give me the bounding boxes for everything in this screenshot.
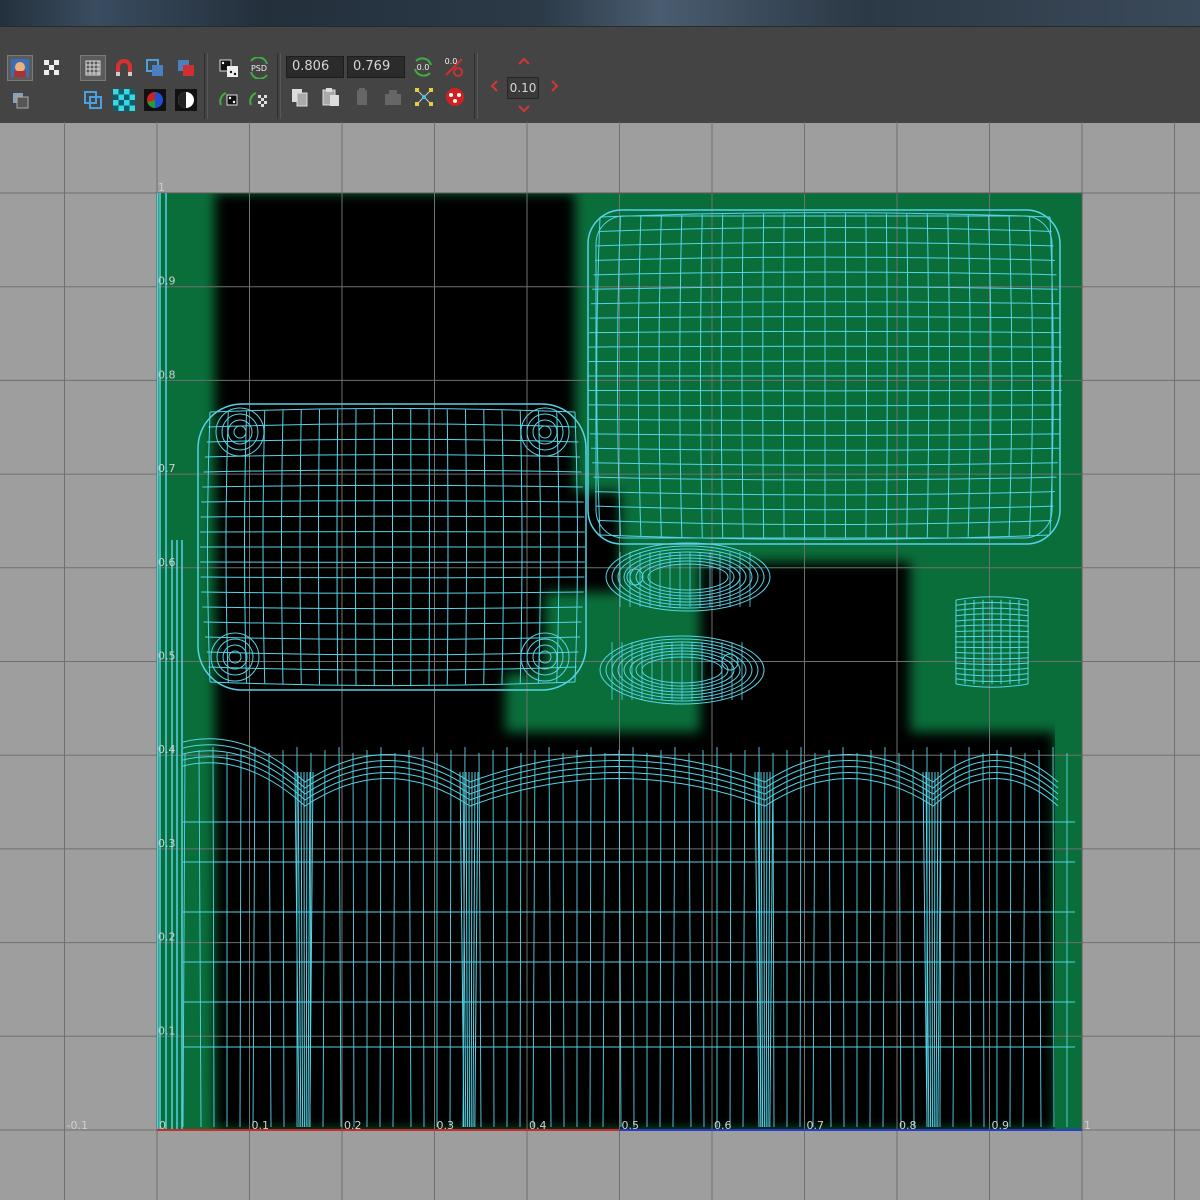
nudge-icon[interactable]	[246, 87, 272, 113]
svg-text:0.0: 0.0	[417, 63, 430, 72]
v-axis-label: 0.6	[158, 556, 176, 569]
toolbar-separator	[277, 53, 281, 119]
select-uv-shell-icon[interactable]	[80, 87, 106, 113]
paste-disabled-icon	[380, 84, 406, 110]
reset-scale-icon[interactable]: 0.0	[441, 54, 467, 80]
u-axis-label: 1	[1084, 1119, 1091, 1132]
u-axis-label: 0.3	[437, 1119, 455, 1132]
distribute-icon[interactable]	[411, 84, 437, 110]
unfold-icon[interactable]	[442, 84, 468, 110]
checker-pattern-icon[interactable]	[39, 55, 65, 81]
u-axis-label: 0	[159, 1119, 166, 1132]
u-axis-label: 0.9	[992, 1119, 1010, 1132]
step-down-arrow-icon[interactable]	[517, 103, 531, 117]
paste-uvs-icon[interactable]	[318, 84, 344, 110]
alpha-channel-icon[interactable]	[173, 87, 199, 113]
u-axis-label: 0.5	[622, 1119, 640, 1132]
step-left-arrow-icon[interactable]	[487, 79, 501, 96]
u-axis-label: 0.6	[714, 1119, 732, 1132]
u-axis-label: 0.8	[899, 1119, 917, 1132]
v-axis-label: 0.9	[158, 275, 176, 288]
v-axis-label: 0.2	[158, 931, 176, 944]
v-axis-label: 0.7	[158, 462, 176, 475]
dice-icon[interactable]	[216, 55, 242, 81]
copy-disabled-icon	[349, 84, 375, 110]
v-axis-label: 0.8	[158, 368, 176, 381]
u-coordinate-field[interactable]	[286, 56, 344, 78]
svg-text:0.0: 0.0	[445, 57, 458, 66]
u-axis-label: 0.1	[252, 1119, 270, 1132]
checker-teal-icon[interactable]	[111, 87, 137, 113]
reset-rotate-icon[interactable]: 0.0	[410, 54, 436, 80]
step-up-arrow-icon[interactable]	[517, 55, 531, 69]
v-axis-label: 0.4	[158, 743, 176, 756]
uv-toolbar: PSD 0.0 0.0	[0, 26, 1200, 123]
copy-layer-icon[interactable]	[142, 55, 168, 81]
copy-uvs-icon[interactable]	[287, 84, 313, 110]
psd-export-icon[interactable]: PSD	[246, 55, 272, 81]
u-axis-label: 0.4	[529, 1119, 547, 1132]
texture-dark-patch	[215, 452, 505, 752]
display-settings-icon[interactable]	[7, 87, 33, 113]
v-axis-label: 0.3	[158, 837, 176, 850]
svg-text:PSD: PSD	[251, 64, 267, 73]
shuffle-icon[interactable]	[216, 87, 242, 113]
toolbar-separator	[474, 53, 478, 119]
uv-editor-viewport[interactable]: -0.1 0 0.1 0.2 0.3 0.4 0.5 0.6 0.7 0.8 0.9 1 1 0.9 0.…	[0, 122, 1200, 1200]
u-axis-label: 0.2	[344, 1119, 362, 1132]
rgb-channel-icon[interactable]	[142, 87, 168, 113]
step-right-arrow-icon[interactable]	[548, 79, 562, 96]
v-axis-label: 0.5	[158, 650, 176, 663]
uv-canvas[interactable]: -0.1 0 0.1 0.2 0.3 0.4 0.5 0.6 0.7 0.8 0.9 1 1 0.9 0.…	[0, 122, 1200, 1200]
show-map-icon[interactable]	[7, 55, 33, 81]
u-axis-label: -0.1	[67, 1119, 88, 1132]
rgba-channel-icon[interactable]	[173, 55, 199, 81]
magnet-snap-icon[interactable]	[111, 55, 137, 81]
window-title-strip	[0, 0, 1200, 26]
grid-snap-icon[interactable]	[80, 55, 106, 81]
step-value-field[interactable]	[507, 77, 539, 99]
u-axis-label: 0.7	[807, 1119, 825, 1132]
v-axis-label: 1	[158, 181, 165, 194]
v-coordinate-field[interactable]	[347, 56, 405, 78]
v-axis-label: 0.1	[158, 1024, 176, 1037]
toolbar-separator	[204, 53, 208, 119]
